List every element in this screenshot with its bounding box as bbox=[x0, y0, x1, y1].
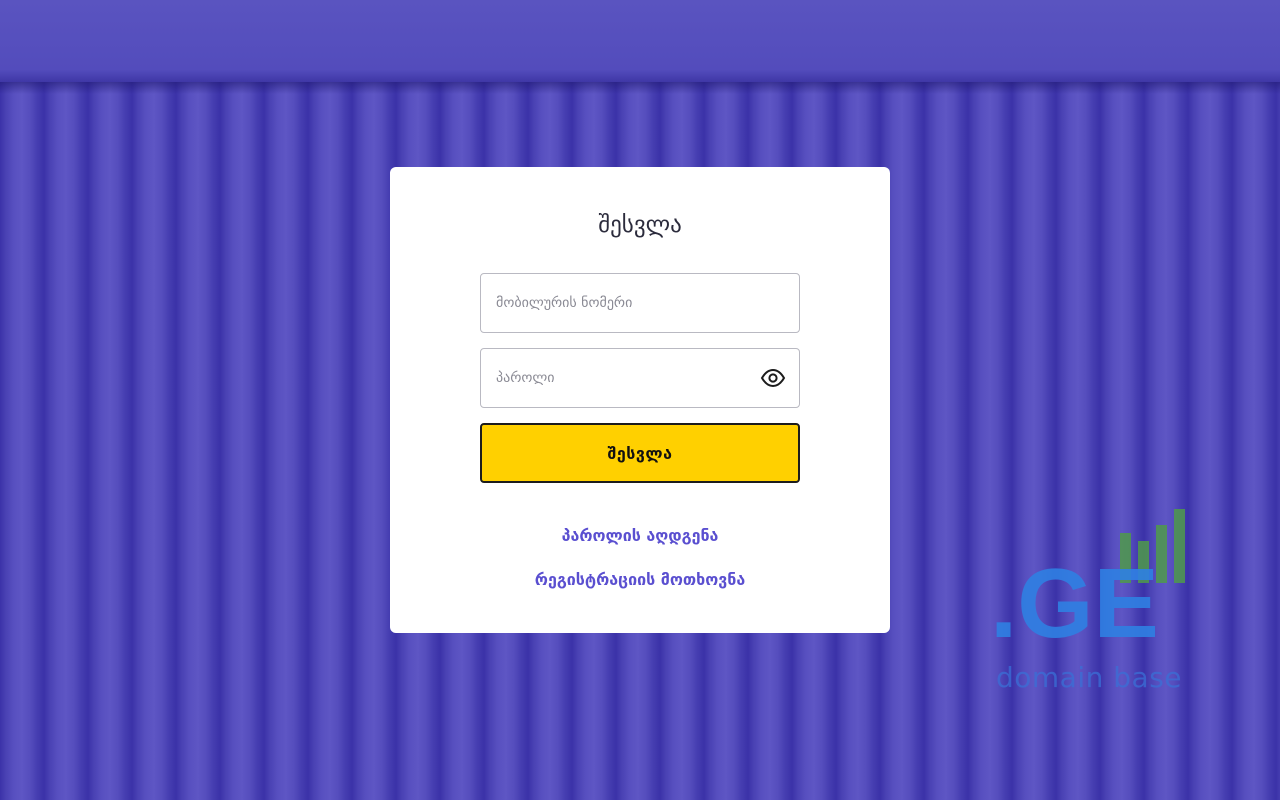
eye-icon[interactable] bbox=[760, 366, 786, 390]
phone-field[interactable] bbox=[480, 273, 800, 333]
logo-caption: domain base bbox=[996, 661, 1183, 694]
background-shadow bbox=[0, 82, 1280, 94]
logo-text: .GE bbox=[990, 548, 1159, 658]
forgot-password-link[interactable]: პაროლის აღდგენა bbox=[390, 524, 890, 548]
login-title: შესვლა bbox=[598, 212, 682, 238]
password-field[interactable] bbox=[480, 348, 800, 408]
login-button[interactable]: შესვლა bbox=[480, 423, 800, 483]
background-top-band bbox=[0, 0, 1280, 82]
register-request-link[interactable]: რეგისტრაციის მოთხოვნა bbox=[390, 568, 890, 592]
phone-input[interactable] bbox=[481, 274, 799, 332]
password-input[interactable] bbox=[481, 349, 799, 407]
